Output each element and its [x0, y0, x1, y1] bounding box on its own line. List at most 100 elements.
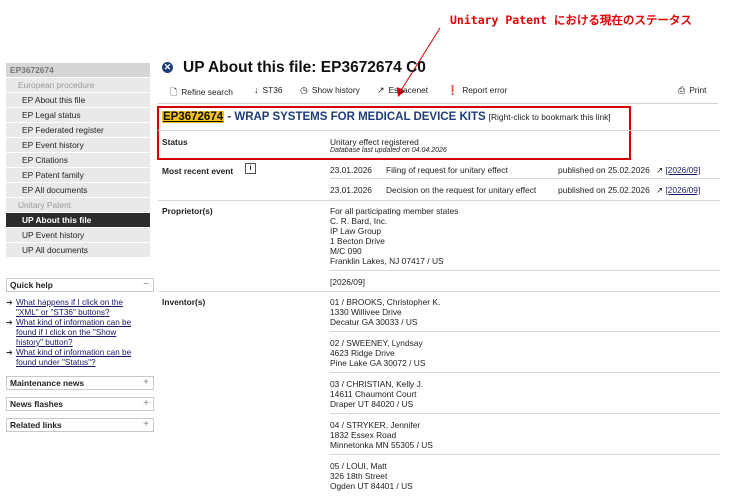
print-button[interactable]: ⎙ Print [678, 85, 706, 96]
page-title: UP About this file: EP3672674 C0 [183, 59, 426, 76]
maintenance-news-header[interactable]: Maintenance news + [6, 376, 154, 390]
help-item-show-history[interactable]: ➔ What kind of information can be found … [6, 318, 146, 348]
toolbar: 🗋 Refine search ↓ ST36 ◷ Show history ↗ Espa… [158, 81, 718, 104]
inventor-street: 14611 Chaumont Court [330, 389, 417, 399]
maintenance-news-title: Maintenance news [10, 378, 85, 388]
event-description: Decision on the request for unitary effe… [386, 185, 537, 195]
external-link-icon: ↗ [656, 185, 666, 195]
close-icon[interactable]: ✕ [162, 62, 173, 73]
help-link-line[interactable]: What kind of information can be [16, 318, 131, 327]
inventor-city: Ogden UT 84401 / US [330, 481, 413, 491]
divider [330, 372, 720, 373]
news-flashes-title: News flashes [10, 399, 64, 409]
show-history-label: Show history [311, 85, 360, 95]
inventor-city: Draper UT 84020 / US [330, 399, 414, 409]
divider [330, 270, 720, 271]
report-icon: ❗ [447, 85, 459, 95]
arrow-right-icon: ➔ [6, 318, 13, 327]
divider [158, 200, 720, 201]
sidebar-section-european: European procedure [6, 78, 150, 93]
expand-icon[interactable]: + [143, 377, 149, 389]
st36-button[interactable]: ↓ ST36 [254, 85, 283, 95]
sidebar-item-ep-citations[interactable]: EP Citations [6, 153, 150, 168]
refine-search-button[interactable]: 🗋 Refine search [170, 85, 233, 101]
external-link-icon: ↗ [377, 85, 385, 95]
info-icon[interactable]: i [245, 163, 256, 174]
proprietor-line: IP Law Group [330, 226, 382, 236]
help-link-line[interactable]: What kind of information can be [16, 348, 131, 357]
inventor-street: 1330 Willivee Drive [330, 307, 402, 317]
sidebar-item-up-event-history[interactable]: UP Event history [6, 228, 150, 243]
bookmark-hint: [Right-click to bookmark this link] [488, 112, 611, 122]
sidebar-item-up-about[interactable]: UP About this file [6, 213, 150, 228]
divider [330, 331, 720, 332]
related-links-header[interactable]: Related links + [6, 418, 154, 432]
sidebar-item-ep-patent-family[interactable]: EP Patent family [6, 168, 150, 183]
sidebar-publication: EP3672674 [6, 63, 150, 78]
collapse-icon[interactable]: − [143, 279, 149, 291]
event-ref-link[interactable]: ↗ [2026/09] [656, 185, 700, 195]
sidebar-item-ep-event-history[interactable]: EP Event history [6, 138, 150, 153]
inventor-city: Minnetonka MN 55305 / US [330, 440, 433, 450]
sidebar-nav: EP3672674 European procedure EP About th… [6, 63, 150, 258]
help-link-line[interactable]: What happens if I click on the [16, 298, 123, 307]
inventor-name: 05 / LOUI, Matt [330, 461, 387, 471]
divider [158, 291, 720, 292]
proprietor-ref: [2026/09] [330, 277, 365, 287]
refine-search-label: Refine search [181, 87, 233, 97]
recent-event-label: Most recent event [162, 166, 234, 176]
event-description: Filing of request for unitary effect [386, 165, 508, 175]
inventor-street: 1832 Essex Road [330, 430, 397, 440]
sidebar-item-ep-legal-status[interactable]: EP Legal status [6, 108, 150, 123]
sidebar-item-up-all-documents[interactable]: UP All documents [6, 243, 150, 258]
espacenet-label: Espacenet [388, 85, 429, 95]
event-published: published on 25.02.2026 [558, 165, 650, 175]
espacenet-link[interactable]: ↗ Espacenet [377, 85, 428, 96]
inventor-name: 02 / SWEENEY, Lyndsay [330, 338, 423, 348]
inventor-city: Pine Lake GA 30072 / US [330, 358, 426, 368]
divider [330, 178, 720, 179]
status-label: Status [162, 137, 188, 147]
inventor-street: 4623 Ridge Drive [330, 348, 395, 358]
help-link-line[interactable]: history" button? [16, 338, 73, 347]
inventor-city: Decatur GA 30033 / US [330, 317, 418, 327]
expand-icon[interactable]: + [143, 419, 149, 431]
quick-help-header[interactable]: Quick help − [6, 278, 154, 292]
event-ref[interactable]: [2026/09] [665, 165, 700, 175]
quick-help-list: ➔ What happens if I click on the "XML" o… [6, 298, 146, 368]
download-arrow-icon: ↓ [254, 85, 259, 95]
proprietor-line: 1 Becton Drive [330, 236, 385, 246]
inventor-label: Inventor(s) [162, 297, 206, 307]
event-ref[interactable]: [2026/09] [665, 185, 700, 195]
printer-icon: ⎙ [678, 85, 686, 95]
proprietor-line: C. R. Bard, Inc. [330, 216, 388, 226]
inventor-street: 326 18th Street [330, 471, 388, 481]
help-link-line[interactable]: found under "Status"? [16, 358, 96, 367]
show-history-button[interactable]: ◷ Show history [300, 85, 360, 96]
proprietor-line: Franklin Lakes, NJ 07417 / US [330, 256, 444, 266]
event-ref-link[interactable]: ↗ [2026/09] [656, 165, 700, 175]
expand-icon[interactable]: + [143, 398, 149, 410]
sidebar-item-ep-about[interactable]: EP About this file [6, 93, 150, 108]
inventor-name: 04 / STRYKER, Jennifer [330, 420, 421, 430]
help-item-xml-st36[interactable]: ➔ What happens if I click on the "XML" o… [6, 298, 146, 318]
help-link-line[interactable]: "XML" or "ST36" buttons? [16, 308, 110, 317]
divider [330, 413, 720, 414]
patent-title: - WRAP SYSTEMS FOR MEDICAL DEVICE KITS [224, 111, 486, 123]
help-item-status[interactable]: ➔ What kind of information can be found … [6, 348, 146, 368]
arrow-right-icon: ➔ [6, 298, 13, 307]
publication-number[interactable]: EP3672674 [162, 111, 225, 123]
st36-label: ST36 [262, 85, 283, 95]
sidebar-item-ep-all-documents[interactable]: EP All documents [6, 183, 150, 198]
sidebar-item-ep-federated-register[interactable]: EP Federated register [6, 123, 150, 138]
report-error-button[interactable]: ❗ Report error [447, 85, 507, 96]
event-date: 23.01.2026 [330, 185, 372, 195]
related-links-title: Related links [10, 420, 62, 430]
proprietor-line: M/C 090 [330, 246, 362, 256]
news-flashes-header[interactable]: News flashes + [6, 397, 154, 411]
event-date: 23.01.2026 [330, 165, 372, 175]
proprietor-line: For all participating member states [330, 206, 459, 216]
inventor-name: 01 / BROOKS, Christopher K. [330, 297, 441, 307]
divider [330, 454, 720, 455]
help-link-line[interactable]: found if I click on the "Show [16, 328, 116, 337]
